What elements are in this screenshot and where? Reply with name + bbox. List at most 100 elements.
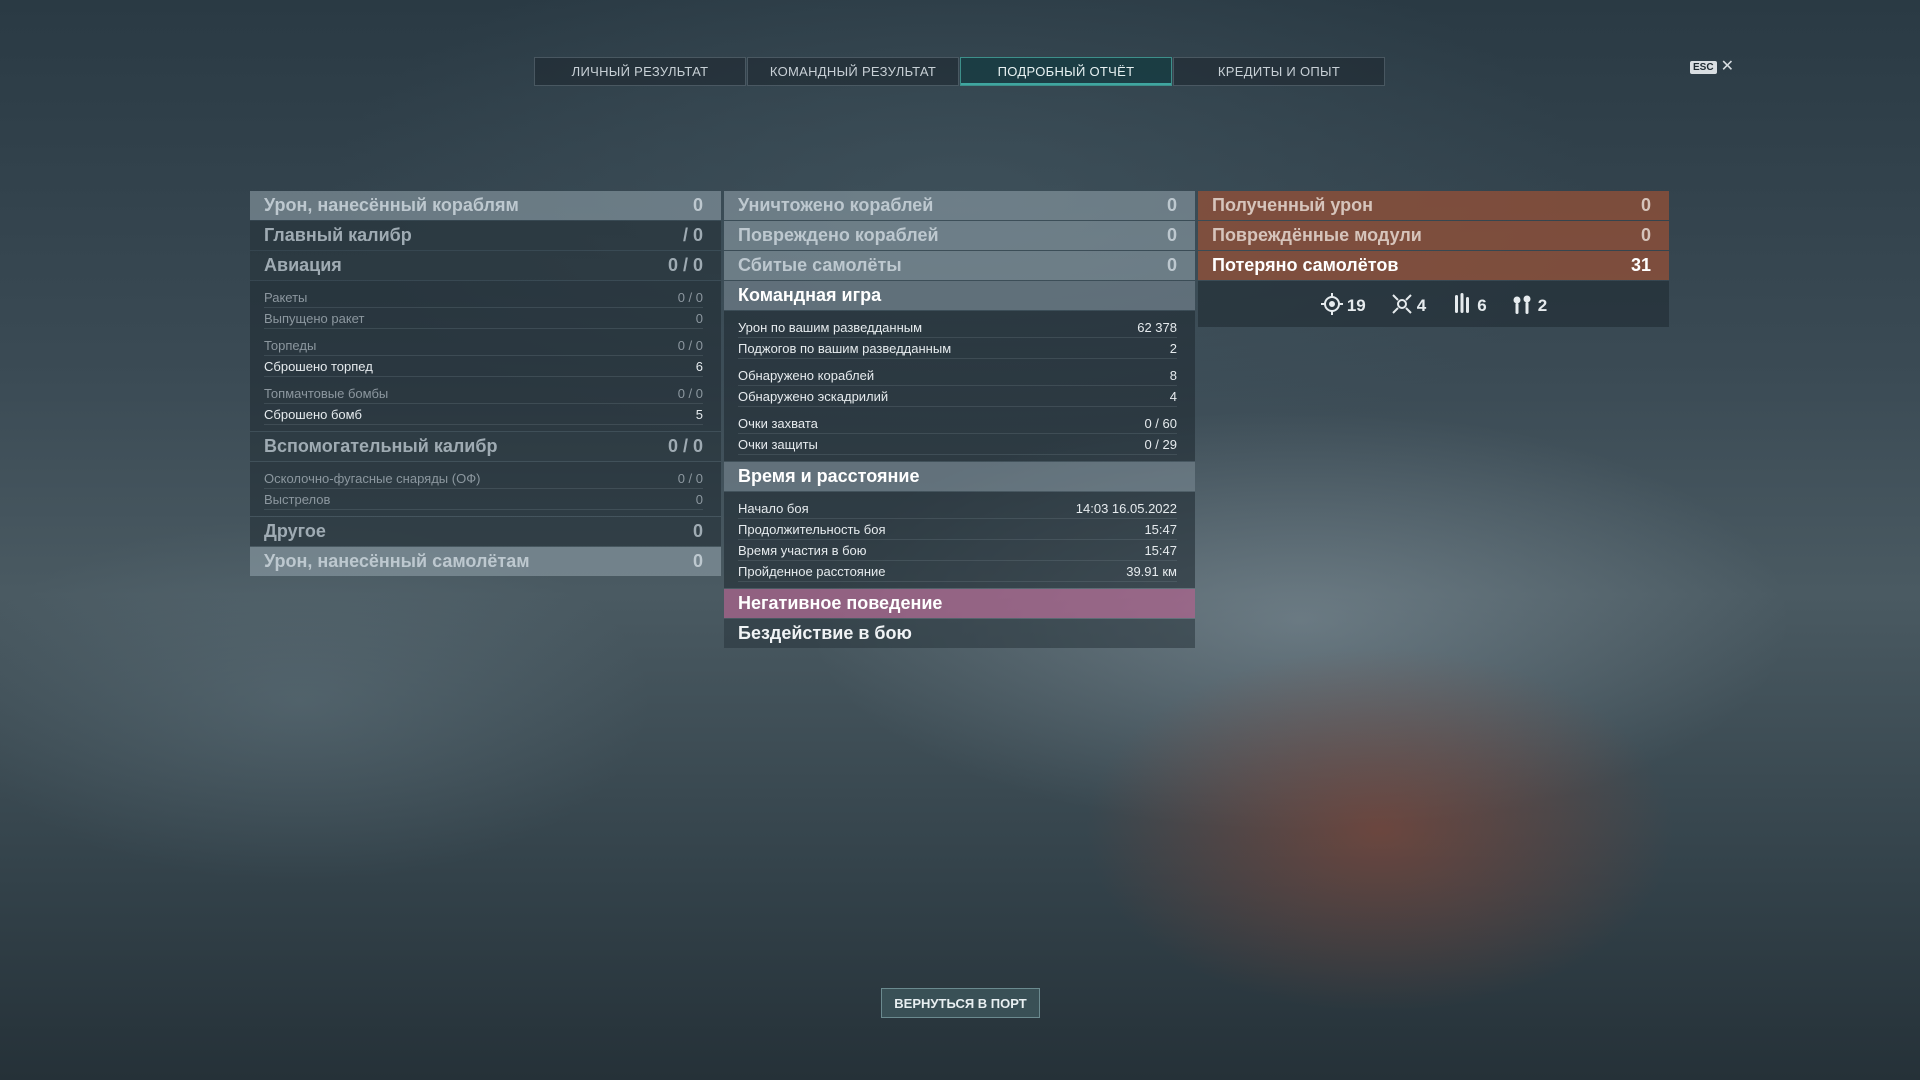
bomb-icon xyxy=(1513,295,1531,314)
other-label: Другое xyxy=(264,521,326,541)
stat-row: Выпущено ракет 0 xyxy=(264,308,703,329)
plane-destroyed-icon xyxy=(1392,294,1412,314)
main-battery-label: Главный калибр xyxy=(264,225,412,245)
planes-shot-header: Сбитые самолёты 0 xyxy=(724,251,1195,280)
damage-received-column: Полученный урон 0 Повреждённые модули 0 По… xyxy=(1198,191,1669,327)
stat-label: Начало боя xyxy=(738,500,809,516)
stat-label: Очки захвата xyxy=(738,415,818,431)
ships-damaged-value: 0 xyxy=(1166,225,1177,245)
stat-value: 2 xyxy=(1169,340,1177,356)
stat-label: Пройденное расстояние xyxy=(738,563,886,579)
stat-label: Продолжительность боя xyxy=(738,521,886,537)
stat-value: 8 xyxy=(1169,367,1177,383)
main-battery-header: Главный калибр / 0 xyxy=(250,221,721,250)
ships-damaged-header: Повреждено кораблей 0 xyxy=(724,221,1195,250)
stat-row: Сброшено торпед 6 xyxy=(264,356,703,377)
stat-value: 15:47 xyxy=(1144,542,1177,558)
stat-value: 5 xyxy=(695,406,703,422)
damage-dealt-column: Урон, нанесённый кораблям 0 Главный калиб… xyxy=(250,191,721,577)
aircraft-damage-header: Урон, нанесённый самолётам 0 xyxy=(250,547,721,576)
stat-row: Обнаружено эскадрилий 4 xyxy=(738,386,1177,407)
aviation-label: Авиация xyxy=(264,255,342,275)
secondary-battery-header: Вспомогательный калибр 0 / 0 xyxy=(250,432,721,461)
stat-label: Осколочно-фугасные снаряды (ОФ) xyxy=(264,470,481,486)
stat-value: 15:47 xyxy=(1144,521,1177,537)
close-icon: ✕ xyxy=(1720,58,1734,75)
planes-lost-label: Потеряно самолётов xyxy=(1212,255,1399,275)
stat-label: Очки защиты xyxy=(738,436,818,452)
stat-label: Сброшено бомб xyxy=(264,406,362,422)
team-play-header: Командная игра xyxy=(724,281,1195,310)
stat-row: Поджогов по вашим разведданным 2 xyxy=(738,338,1177,359)
stat-label: Топмачтовые бомбы xyxy=(264,385,389,401)
breakdown-item: 4 xyxy=(1390,292,1426,316)
esc-key-badge: ESC xyxy=(1690,60,1717,74)
damaged-modules-label: Повреждённые модули xyxy=(1212,225,1422,245)
stat-label: Выпущено ракет xyxy=(264,310,365,326)
crosshair-icon xyxy=(1320,293,1343,315)
stat-value: 62 378 xyxy=(1137,319,1177,335)
tab-credits-xp[interactable]: КРЕДИТЫ И ОПЫТ xyxy=(1173,57,1385,86)
stat-label: Торпеды xyxy=(264,337,317,353)
stat-value: 0 / 0 xyxy=(677,289,703,305)
ships-destroyed-value: 0 xyxy=(1166,195,1177,215)
time-distance-details: Начало боя 14:03 16.05.2022 Продолжительн… xyxy=(724,492,1195,588)
breakdown-item: 19 xyxy=(1320,292,1366,316)
breakdown-value: 2 xyxy=(1537,296,1548,315)
stat-row: Выстрелов 0 xyxy=(264,489,703,510)
tab-personal[interactable]: ЛИЧНЫЙ РЕЗУЛЬТАТ xyxy=(534,57,746,86)
planes-lost-value: 31 xyxy=(1630,255,1651,275)
damaged-modules-header: Повреждённые модули 0 xyxy=(1198,221,1669,250)
stat-row: Осколочно-фугасные снаряды (ОФ) 0 / 0 xyxy=(264,468,703,489)
aviation-header: Авиация 0 / 0 xyxy=(250,251,721,280)
stat-label: Время участия в бою xyxy=(738,542,867,558)
stat-row: Ракеты 0 / 0 xyxy=(264,287,703,308)
time-distance-header: Время и расстояние xyxy=(724,462,1195,491)
damage-received-label: Полученный урон xyxy=(1212,195,1373,215)
ships-damaged-label: Повреждено кораблей xyxy=(738,225,939,245)
tab-detailed-report[interactable]: ПОДРОБНЫЙ ОТЧЁТ xyxy=(960,57,1172,86)
planes-lost-header: Потеряно самолётов 31 xyxy=(1198,251,1669,280)
main-battery-value: / 0 xyxy=(682,225,703,245)
stat-value: 0 xyxy=(695,491,703,507)
tab-team[interactable]: КОМАНДНЫЙ РЕЗУЛЬТАТ xyxy=(747,57,959,86)
damaged-modules-value: 0 xyxy=(1640,225,1651,245)
inactivity-label: Бездействие в бою xyxy=(738,623,912,643)
stat-row: Очки захвата 0 / 60 xyxy=(738,413,1177,434)
breakdown-item: 6 xyxy=(1450,292,1487,316)
torpedo-icon xyxy=(1455,293,1470,313)
aviation-value: 0 / 0 xyxy=(667,255,703,275)
stat-value: 6 xyxy=(695,358,703,374)
stat-value: 0 xyxy=(695,310,703,326)
stat-row: Очки защиты 0 / 29 xyxy=(738,434,1177,455)
stat-label: Поджогов по вашим разведданным xyxy=(738,340,952,356)
secondary-details: Осколочно-фугасные снаряды (ОФ) 0 / 0 Выс… xyxy=(250,462,721,516)
ship-damage-label: Урон, нанесённый кораблям xyxy=(264,195,519,215)
stat-row: Сброшено бомб 5 xyxy=(264,404,703,425)
negative-behavior-title: Негативное поведение xyxy=(738,593,943,613)
stat-row: Обнаружено кораблей 8 xyxy=(738,365,1177,386)
damage-received-header: Полученный урон 0 xyxy=(1198,191,1669,220)
stat-label: Сброшено торпед xyxy=(264,358,373,374)
stat-value: 0 / 29 xyxy=(1144,436,1177,452)
close-button[interactable]: ESC ✕ xyxy=(1690,58,1734,75)
stat-value: 0 / 0 xyxy=(677,385,703,401)
ships-destroyed-header: Уничтожено кораблей 0 xyxy=(724,191,1195,220)
team-play-title: Командная игра xyxy=(738,285,882,305)
planes-lost-breakdown: 19 4 6 2 xyxy=(1198,281,1669,327)
secondary-battery-label: Вспомогательный калибр xyxy=(264,436,498,456)
ships-destroyed-label: Уничтожено кораблей xyxy=(738,195,934,215)
stat-row: Время участия в бою 15:47 xyxy=(738,540,1177,561)
secondary-battery-value: 0 / 0 xyxy=(667,436,703,456)
damage-received-value: 0 xyxy=(1640,195,1651,215)
stat-row: Урон по вашим разведданным 62 378 xyxy=(738,317,1177,338)
stat-label: Обнаружено эскадрилий xyxy=(738,388,889,404)
return-to-port-button[interactable]: ВЕРНУТЬСЯ В ПОРТ xyxy=(881,988,1040,1018)
breakdown-value: 4 xyxy=(1416,296,1427,315)
team-play-details: Урон по вашим разведданным 62 378 Поджого… xyxy=(724,311,1195,461)
planes-shot-label: Сбитые самолёты xyxy=(738,255,902,275)
other-header: Другое 0 xyxy=(250,517,721,546)
stat-row: Продолжительность боя 15:47 xyxy=(738,519,1177,540)
negative-behavior-header: Негативное поведение xyxy=(724,589,1195,618)
stat-row: Пройденное расстояние 39.91 км xyxy=(738,561,1177,582)
